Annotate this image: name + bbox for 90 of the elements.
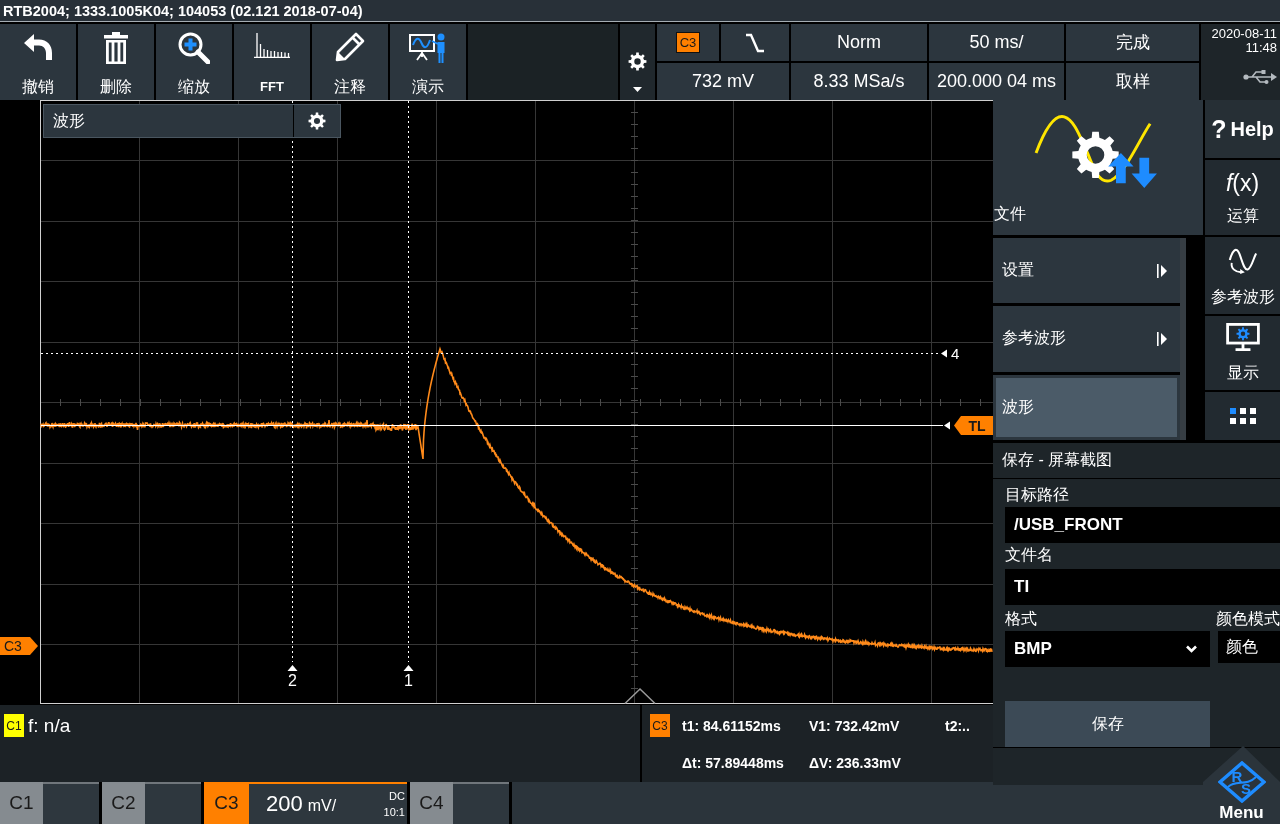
toolbar-button[interactable]: 删除	[78, 24, 154, 100]
format-dropdown[interactable]: BMP	[1005, 631, 1210, 667]
time-scale-button[interactable]: 50 ms/	[929, 24, 1064, 61]
settings-icon	[628, 52, 647, 71]
trigger-mode-button[interactable]: Norm	[791, 24, 927, 61]
trigger-level-button[interactable]: 732 mV	[657, 63, 789, 100]
trigger-level-line[interactable]	[40, 424, 944, 427]
grid-icon	[1229, 408, 1256, 424]
window-title: RTB2004; 1333.1005K04; 104053 (02.121 2018-07-04)	[3, 2, 363, 19]
dialog-title: 保存 - 屏幕截图	[993, 443, 1280, 479]
pencil-icon	[335, 32, 365, 62]
wave-gear-arrows-icon	[1034, 112, 1159, 190]
cursor-marker-icon	[403, 665, 414, 671]
time-label: 11:48	[1245, 41, 1277, 55]
color-mode-field[interactable]: 颜色	[1218, 631, 1280, 663]
coupling-label: DC	[389, 789, 405, 804]
cursor-label: 2	[288, 672, 297, 689]
trigger-level-marker-icon	[944, 421, 950, 430]
settings-icon	[308, 112, 326, 130]
channel-tag: C3	[204, 782, 249, 824]
zoom-in-icon	[178, 32, 210, 64]
channel-tag: C2	[102, 782, 145, 824]
toolbar-button[interactable]: 撤销	[0, 24, 76, 100]
channel-badge: C1	[4, 714, 24, 737]
field-label: 文件名	[1005, 545, 1054, 565]
time-position-button[interactable]: 200.000 04 ms	[929, 63, 1064, 100]
channel-button[interactable]: C2	[102, 782, 204, 824]
field-label: 目标路径	[1005, 485, 1070, 505]
cursor-readout: t2:..	[945, 717, 971, 734]
save-button[interactable]: 保存	[1005, 701, 1210, 747]
brand-logo: R S	[1217, 761, 1266, 803]
cursor-line[interactable]	[292, 100, 293, 663]
channel-tag: C1	[0, 782, 43, 824]
settings-button[interactable]	[620, 24, 655, 100]
cursor-readout: t1: 84.61152ms	[682, 717, 782, 734]
cursor-marker-icon	[941, 349, 947, 358]
cursor-label: 1	[404, 672, 413, 689]
presentation-icon	[409, 32, 447, 64]
date-label: 2020-08-11	[1211, 27, 1277, 41]
channel-button[interactable]: C1	[0, 782, 102, 824]
menu-item[interactable]: 设置	[993, 238, 1180, 304]
toolbar-button[interactable]: 缩放	[156, 24, 232, 100]
panel-title: 波形	[52, 110, 85, 131]
toolbar-button[interactable]: FFT	[234, 24, 310, 100]
cursor-readout: Δt: 57.89448ms	[682, 754, 785, 771]
field-label: 格式	[1005, 609, 1038, 629]
frequency-readout: f: n/a	[28, 714, 71, 737]
toolbar-button[interactable]: 演示	[390, 24, 466, 100]
cursor-line[interactable]	[408, 100, 409, 663]
cursor-readout: V1: 732.42mV	[809, 717, 901, 734]
falling-edge-icon	[745, 32, 765, 53]
spectrum-icon	[254, 32, 290, 58]
channel-button[interactable]: C4	[410, 782, 512, 824]
scroll-bar[interactable]	[1180, 238, 1186, 440]
sample-rate-button[interactable]: 8.33 MSa/s	[791, 63, 927, 100]
field-label: 颜色模式	[1216, 609, 1280, 629]
cursor-line[interactable]	[40, 353, 941, 354]
channel-marker-tag[interactable]: C3	[0, 637, 38, 655]
caret-icon	[633, 87, 642, 92]
menu-item[interactable]: 波形	[993, 374, 1180, 440]
scale-label: 200	[266, 791, 303, 817]
channel-badge: C3	[676, 32, 700, 53]
trash-icon	[104, 32, 128, 64]
toolbar-button[interactable]: 注释	[312, 24, 388, 100]
usb-icon	[1243, 69, 1277, 85]
probe-label: 10:1	[383, 805, 405, 820]
cursor-label: 4	[951, 345, 960, 362]
math-button[interactable]: f(x) 运算	[1205, 160, 1280, 235]
monitor-gear-icon	[1225, 323, 1260, 351]
chevron-down-icon	[1186, 645, 1197, 653]
menu-title: 文件	[994, 204, 1027, 224]
run-state-button[interactable]: 完成	[1066, 24, 1199, 61]
channel-badge: C3	[650, 714, 670, 737]
channel-button[interactable]: C3 200 mV/ DC 10:1	[204, 782, 410, 824]
trigger-position-icon	[624, 687, 656, 705]
cursor-marker-icon	[287, 665, 298, 671]
text-field[interactable]: TI	[1005, 569, 1280, 605]
display-button[interactable]: 显示	[1205, 316, 1280, 390]
trigger-slope-button[interactable]	[721, 24, 789, 61]
menu-item[interactable]: 参考波形	[993, 306, 1180, 372]
source-button[interactable]: C3	[657, 24, 719, 61]
channel-tag: C4	[410, 782, 453, 824]
text-field[interactable]: /USB_FRONT	[1005, 507, 1280, 543]
undo-icon	[23, 32, 53, 62]
help-button[interactable]: ? Help	[1205, 100, 1280, 158]
acquire-mode-button[interactable]: 取样	[1066, 63, 1199, 100]
cursor-readout: ΔV: 236.33mV	[809, 754, 902, 771]
unit-label: mV/	[307, 797, 337, 815]
apps-button[interactable]	[1205, 392, 1280, 440]
reference-button[interactable]: 参考波形	[1205, 237, 1280, 314]
